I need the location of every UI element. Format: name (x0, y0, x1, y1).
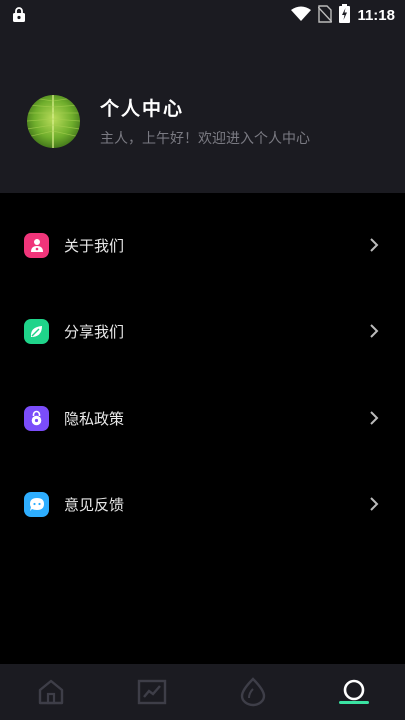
menu-item-label: 隐私政策 (64, 409, 125, 428)
tab-chart[interactable] (101, 664, 202, 720)
menu-item-feedback[interactable]: 意见反馈 (0, 474, 405, 534)
menu-item-share[interactable]: 分享我们 (0, 301, 405, 361)
profile-header: 个人中心 主人，上午好！欢迎进入个人中心 (0, 30, 405, 193)
chevron-right-icon (370, 411, 379, 425)
lock-notification-icon (12, 7, 26, 27)
person-badge-icon (24, 232, 49, 258)
battery-charging-icon (339, 4, 351, 27)
chat-bubble-icon (24, 491, 49, 517)
chevron-right-icon (370, 497, 379, 511)
lock-badge-icon (24, 405, 49, 431)
menu-item-label: 关于我们 (64, 236, 125, 255)
menu-item-label: 意见反馈 (64, 495, 125, 514)
menu-item-privacy[interactable]: 隐私政策 (0, 388, 405, 448)
home-icon (38, 679, 63, 705)
no-sim-icon (317, 4, 333, 27)
active-tab-indicator (339, 701, 369, 704)
wifi-icon (291, 6, 312, 26)
page-title: 个人中心 (100, 98, 185, 120)
menu-item-label: 分享我们 (64, 322, 125, 341)
chevron-right-icon (370, 324, 379, 338)
status-bar: 11:18 (0, 0, 405, 30)
menu-item-about[interactable]: 关于我们 (0, 215, 405, 275)
chart-icon (137, 679, 166, 705)
bottom-tab-bar (0, 664, 405, 720)
drop-icon (240, 677, 265, 707)
chevron-right-icon (370, 238, 379, 252)
leaf-icon (24, 318, 49, 344)
tab-drop[interactable] (202, 664, 303, 720)
tab-profile[interactable] (303, 664, 404, 720)
tab-home[interactable] (0, 664, 101, 720)
greeting-text: 主人，上午好！欢迎进入个人中心 (100, 131, 310, 147)
status-time: 11:18 (357, 7, 395, 24)
avatar[interactable] (27, 95, 80, 148)
